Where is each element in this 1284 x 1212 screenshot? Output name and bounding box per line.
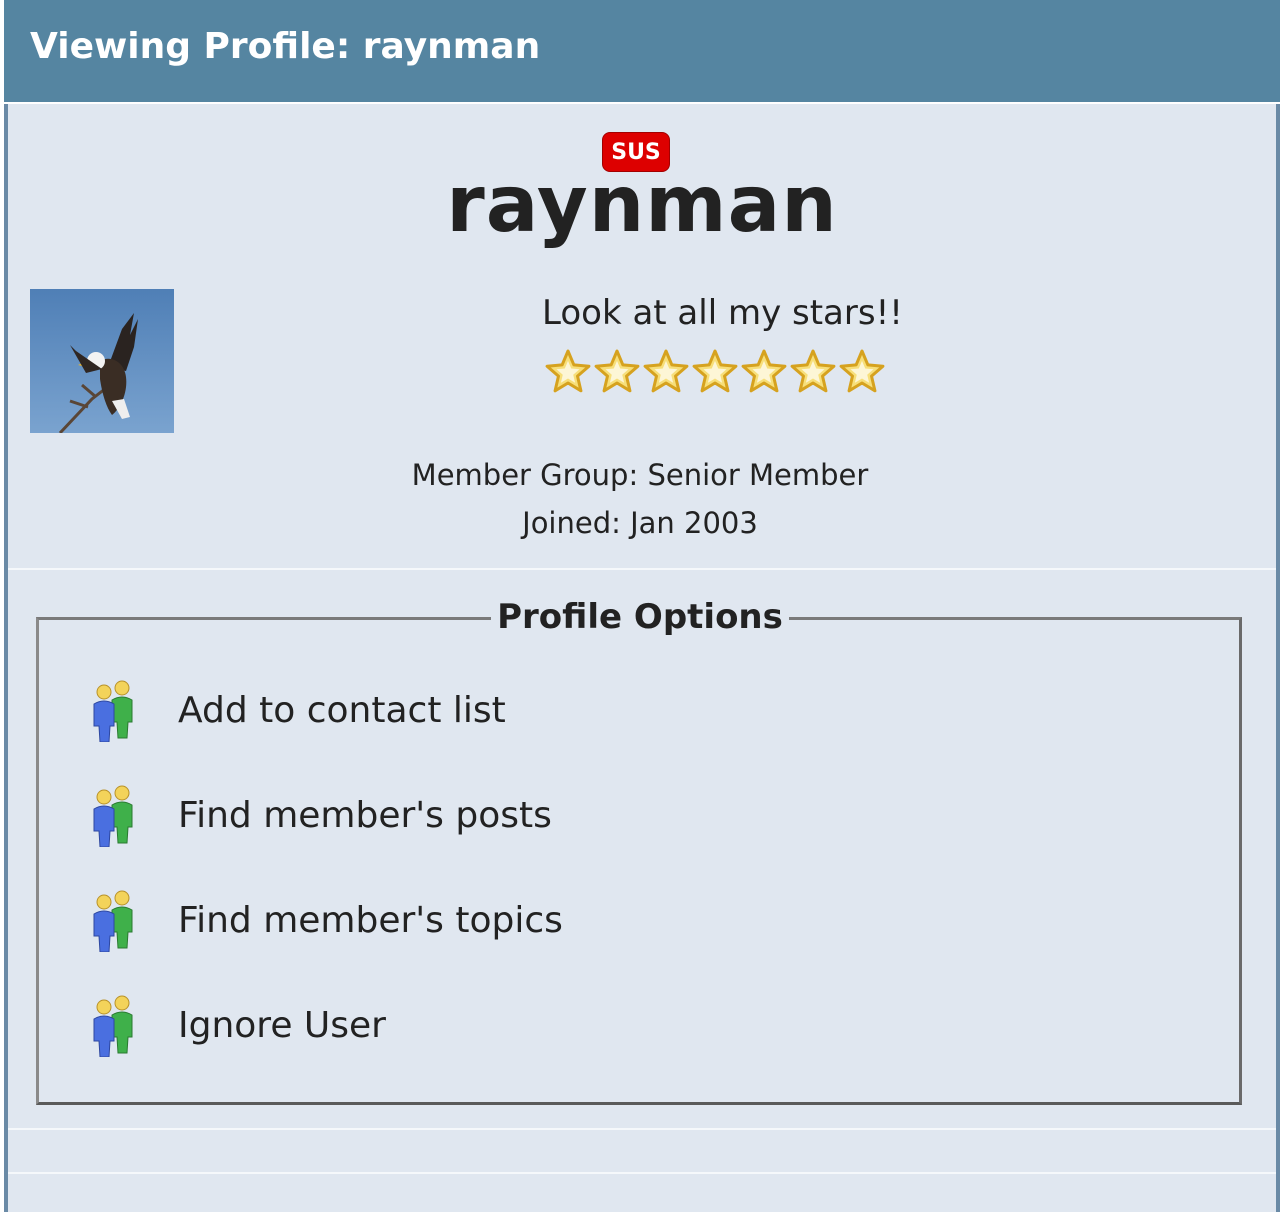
option-label: Add to contact list <box>178 689 506 731</box>
members-icon <box>93 785 133 847</box>
title-bar: Viewing Profile: raynman <box>4 0 1280 104</box>
add-to-contact-list-link[interactable]: Add to contact list <box>88 677 506 743</box>
members-icon <box>93 680 133 742</box>
footer-row-bottom <box>8 1174 1276 1212</box>
members-icon <box>93 995 133 1057</box>
page-title: Viewing Profile: raynman <box>30 26 541 67</box>
profile-tagline: Look at all my stars!! <box>542 293 903 333</box>
eagle-avatar-icon <box>30 289 174 433</box>
star-icon <box>741 349 787 393</box>
option-label: Find member's topics <box>178 899 563 941</box>
option-label: Find member's posts <box>178 794 552 836</box>
profile-options-title: Profile Options <box>491 597 789 637</box>
rating-stars <box>544 348 886 396</box>
find-members-topics-link[interactable]: Find member's topics <box>88 887 563 953</box>
star-icon <box>545 349 591 393</box>
members-icon <box>93 890 133 952</box>
star-icon <box>594 349 640 393</box>
member-group: Member Group: Senior Member <box>411 458 869 492</box>
profile-username: raynman <box>446 160 838 250</box>
star-icon <box>692 349 738 393</box>
joined-date: Joined: Jan 2003 <box>522 506 758 540</box>
ignore-user-link[interactable]: Ignore User <box>88 992 386 1058</box>
footer-row <box>8 1130 1276 1174</box>
star-icon <box>839 349 885 393</box>
star-icon <box>643 349 689 393</box>
find-members-posts-link[interactable]: Find member's posts <box>88 782 552 848</box>
star-icon <box>790 349 836 393</box>
avatar[interactable] <box>30 289 174 433</box>
profile-options-legend: Profile Options <box>0 597 1280 637</box>
option-label: Ignore User <box>178 1004 386 1046</box>
